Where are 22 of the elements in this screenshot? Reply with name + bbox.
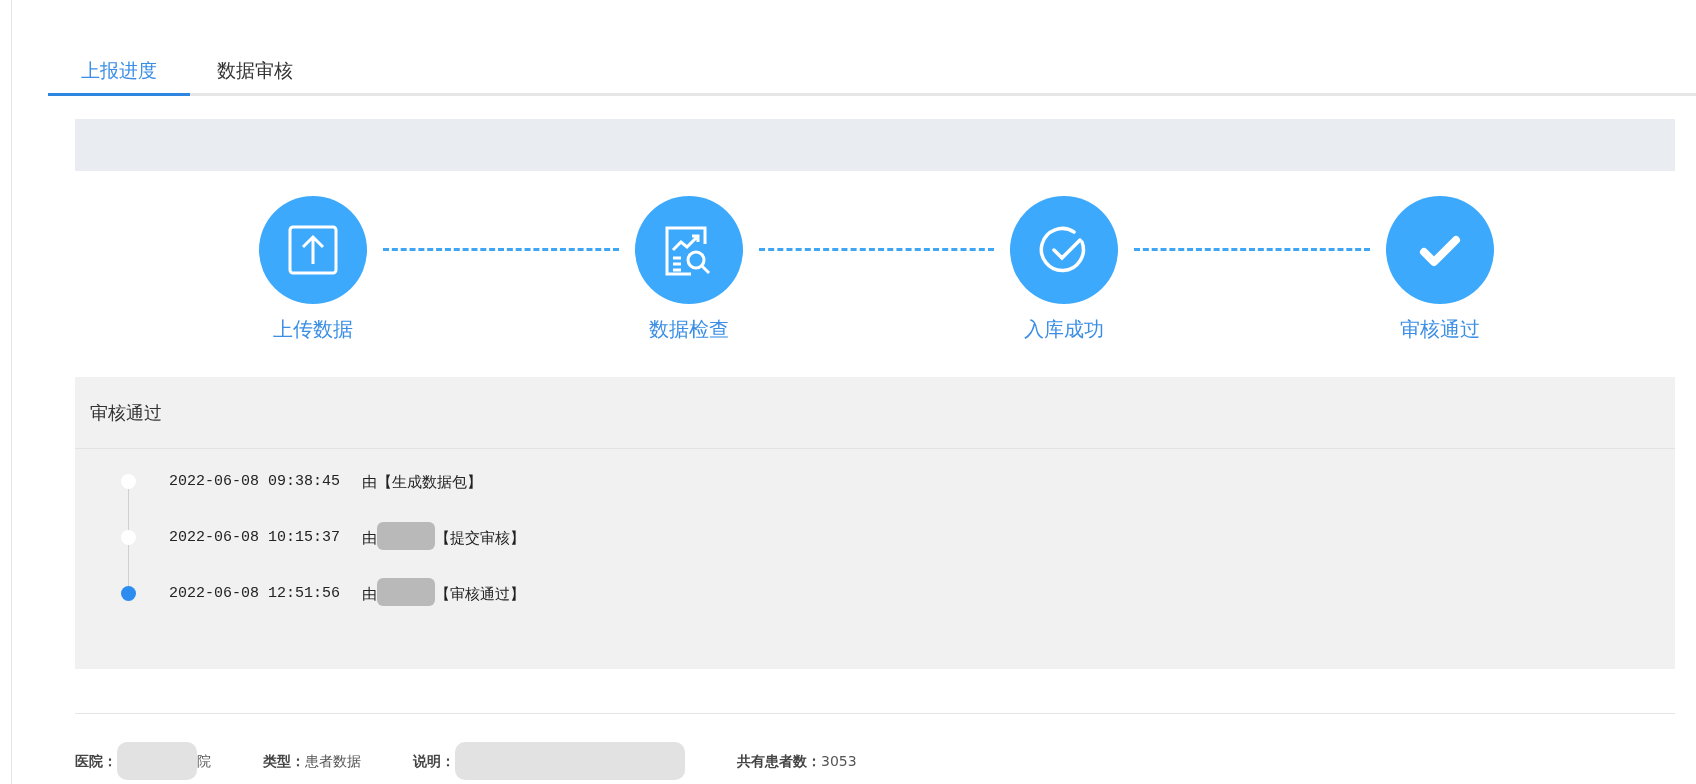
log-text: 由	[362, 472, 378, 493]
step-label: 入库成功	[1024, 316, 1105, 343]
step-label: 审核通过	[1400, 316, 1480, 343]
step-label: 数据检查	[648, 316, 729, 343]
field-label: 说明：	[413, 751, 455, 771]
step-label: 上传数据	[273, 316, 353, 343]
tab[interactable]: 数据审核	[190, 48, 320, 96]
log-text: 【生成数据包】	[377, 472, 483, 493]
field-label: 类型：	[263, 751, 305, 771]
panel-title: 审核通过	[90, 401, 162, 425]
log-text: 由	[362, 584, 378, 605]
timestamp: 2022-06-08 09:38:45	[169, 472, 341, 492]
log-text: 【提交审核】	[435, 528, 526, 549]
field-label: 医院：	[75, 751, 117, 771]
timestamp: 2022-06-08 10:15:37	[169, 528, 341, 548]
field-value: 3053	[821, 751, 857, 771]
field-value: 患者数据	[305, 751, 361, 771]
log-text: 由	[362, 528, 378, 549]
log-text: 【审核通过】	[435, 584, 526, 605]
timestamp: 2022-06-08 12:51:56	[169, 584, 341, 604]
field-label: 共有患者数：	[737, 751, 821, 771]
field-value: 院	[197, 751, 211, 771]
